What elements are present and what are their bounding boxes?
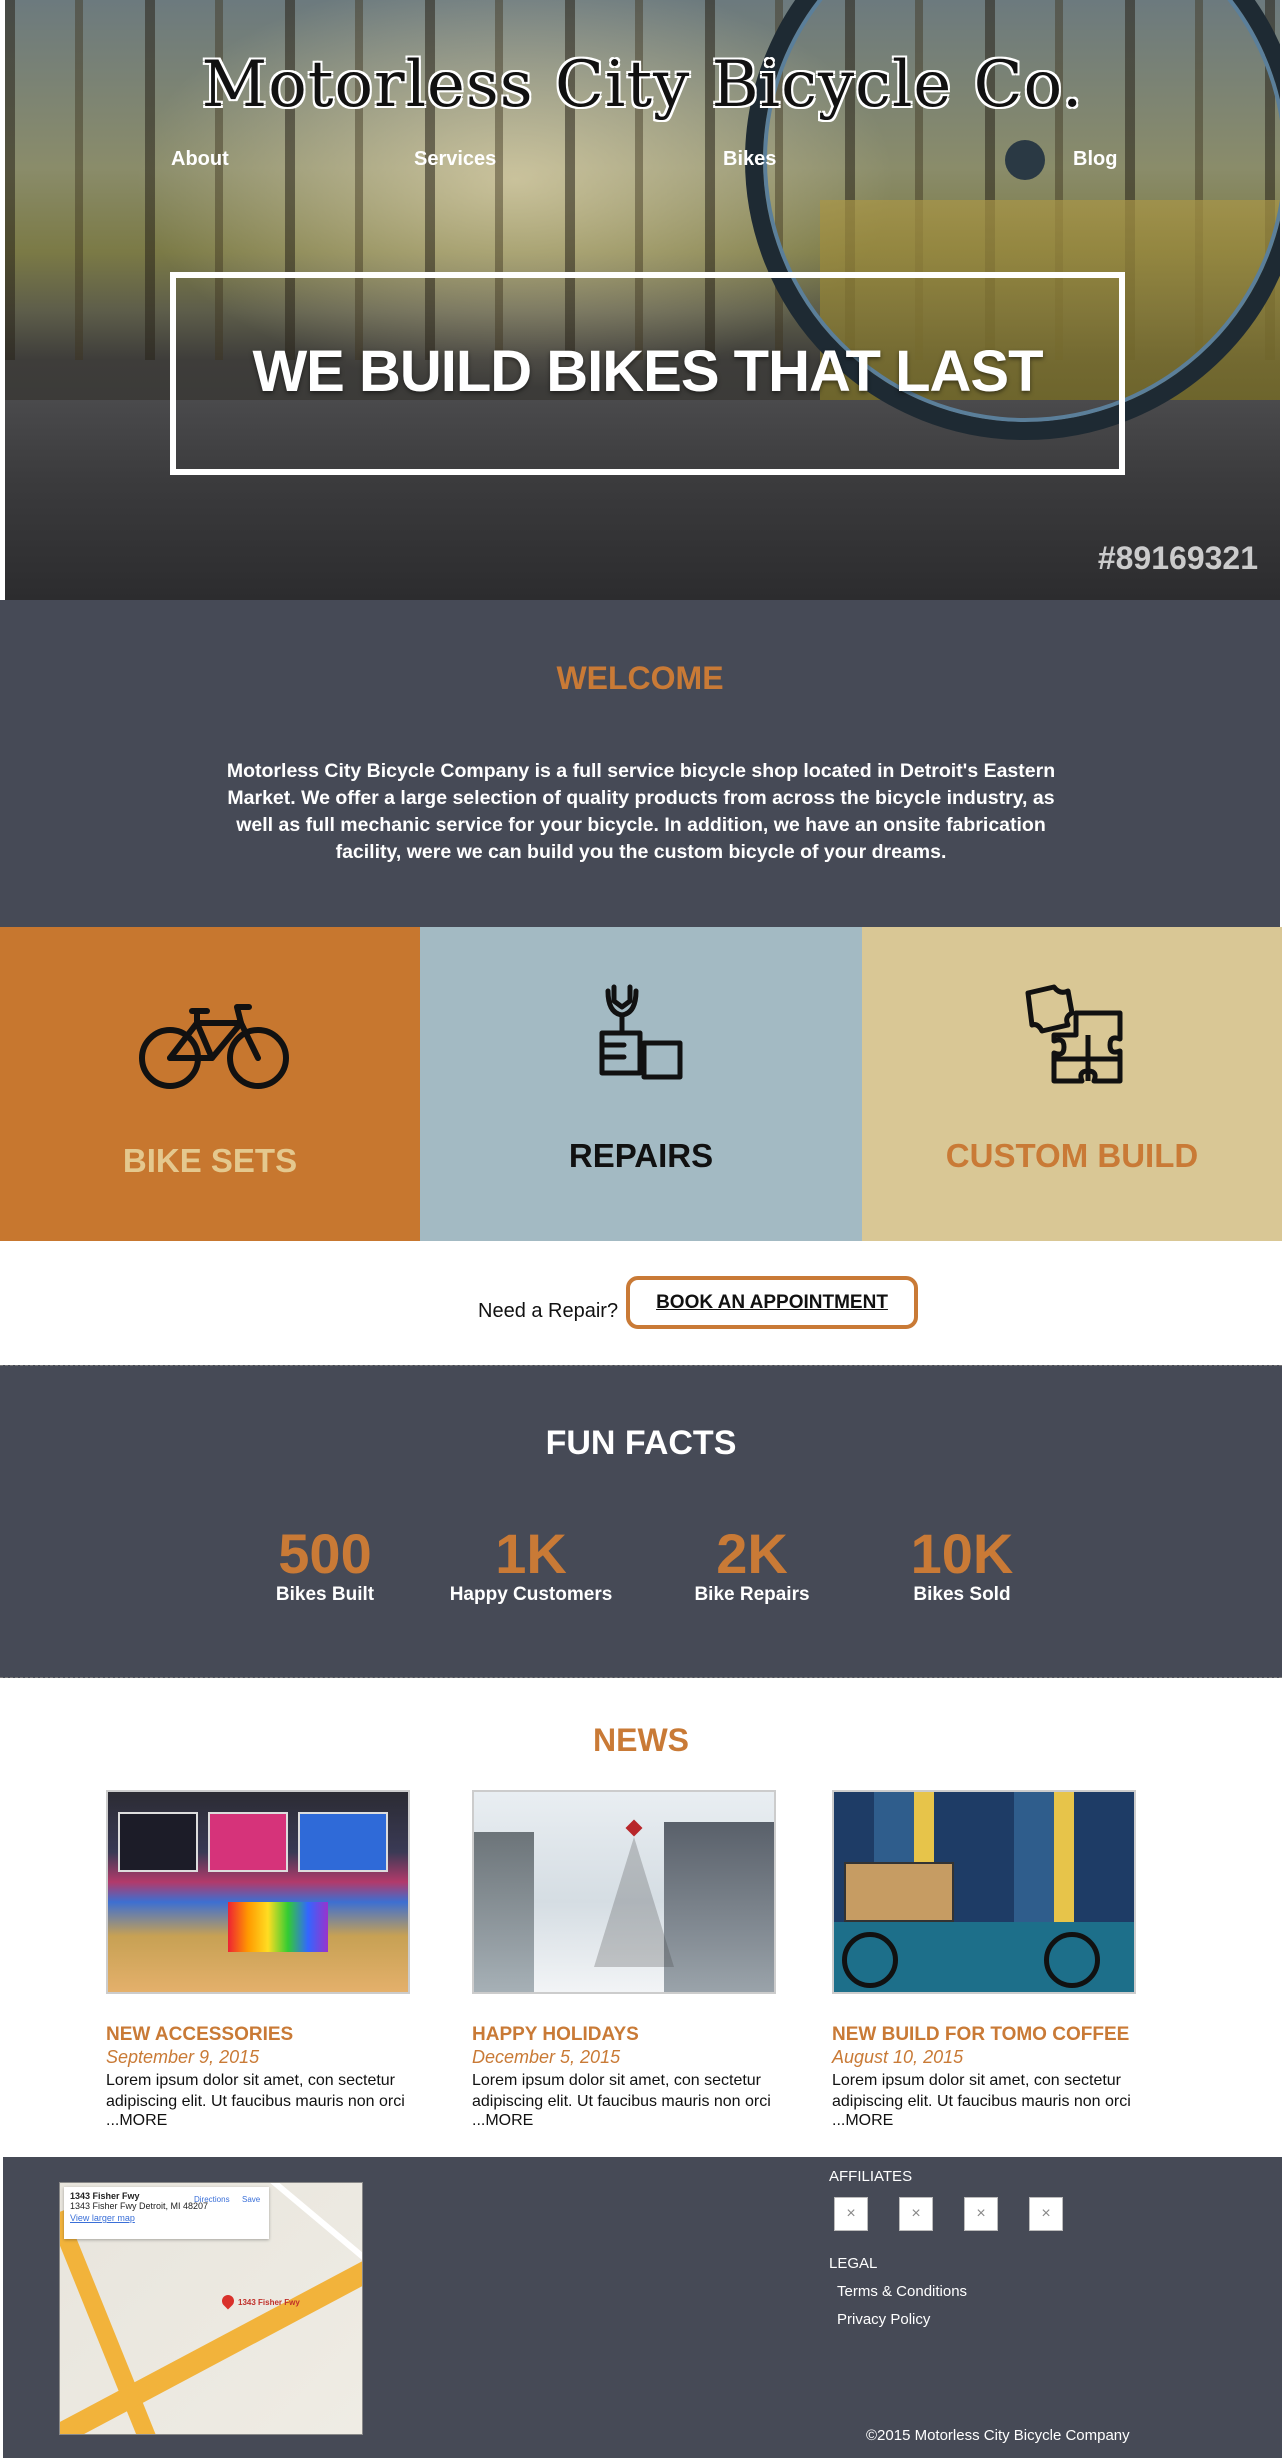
news-headline[interactable]: NEW BUILD FOR TOMO COFFEE bbox=[832, 2024, 1136, 2046]
fact-caption: Happy Customers bbox=[449, 1584, 613, 1605]
news-excerpt: Lorem ipsum dolor sit amet, con sectetur… bbox=[472, 2072, 771, 2110]
news-title: NEWS bbox=[593, 1722, 689, 1758]
hero-headline: WE BUILD BIKES THAT LAST bbox=[252, 339, 1043, 404]
welcome-text: Motorless City Bicycle Company is a full… bbox=[226, 760, 1056, 863]
news-date: December 5, 2015 bbox=[472, 2047, 621, 2067]
map-save-link[interactable]: Save bbox=[242, 2195, 260, 2204]
news-image-accessories[interactable] bbox=[106, 1790, 410, 1994]
location-map[interactable]: 1343 Fisher Fwy 1343 Fisher Fwy Detroit,… bbox=[59, 2182, 363, 2435]
legal-title: LEGAL bbox=[829, 2255, 878, 2272]
fact-happy-customers: 1K Happy Customers bbox=[421, 1526, 641, 1606]
puzzle-icon bbox=[1025, 984, 1123, 1084]
view-larger-map-link[interactable]: View larger map bbox=[70, 2213, 263, 2223]
news-date: August 10, 2015 bbox=[832, 2047, 964, 2067]
page: Motorless City Bicycle Co. About Service… bbox=[0, 0, 1282, 2458]
hero-banner: Motorless City Bicycle Co. About Service… bbox=[5, 0, 1280, 600]
affiliate-logo-placeholder[interactable]: × bbox=[964, 2197, 998, 2231]
affiliates-title: AFFILIATES bbox=[829, 2168, 913, 2185]
map-address: 1343 Fisher Fwy Detroit, MI 48207 bbox=[70, 2201, 209, 2211]
news-image-holidays[interactable] bbox=[472, 1790, 776, 1994]
fact-bike-repairs: 2K Bike Repairs bbox=[642, 1526, 862, 1606]
book-appointment-button[interactable]: BOOK AN APPOINTMENT bbox=[626, 1276, 918, 1329]
affiliate-logo-placeholder[interactable]: × bbox=[899, 2197, 933, 2231]
bicycle-icon bbox=[139, 1004, 289, 1089]
fact-bikes-built: 500 Bikes Built bbox=[215, 1526, 435, 1606]
site-footer: 1343 Fisher Fwy 1343 Fisher Fwy Detroit,… bbox=[3, 2157, 1282, 2458]
news-image-tomo-coffee[interactable] bbox=[832, 1790, 1136, 1994]
welcome-title: WELCOME bbox=[556, 660, 724, 696]
terms-link[interactable]: Terms & Conditions bbox=[837, 2283, 967, 2300]
repair-prompt: Need a Repair? bbox=[478, 1300, 619, 1322]
service-label-repairs: REPAIRS bbox=[568, 1137, 714, 1174]
stock-watermark-id: #89169321 bbox=[1097, 540, 1258, 576]
news-card: NEW ACCESSORIES September 9, 2015 Lorem … bbox=[106, 1790, 410, 2130]
news-excerpt: Lorem ipsum dolor sit amet, con sectetur… bbox=[106, 2072, 405, 2110]
welcome-section: WELCOME Motorless City Bicycle Company i… bbox=[0, 600, 1280, 927]
news-more-link[interactable]: ...MORE bbox=[472, 2112, 776, 2130]
map-directions-link[interactable]: Directions bbox=[194, 2195, 230, 2204]
news-excerpt: Lorem ipsum dolor sit amet, con sectetur… bbox=[832, 2072, 1131, 2110]
news-headline[interactable]: NEW ACCESSORIES bbox=[106, 2024, 410, 2046]
services-section: BIKE SETS REPAIRS CUSTOM BUILD bbox=[0, 927, 1282, 1241]
wrench-hand-icon bbox=[599, 984, 683, 1080]
nav-link-blog[interactable]: Blog bbox=[1073, 148, 1117, 171]
fun-facts-section: FUN FACTS 500 Bikes Built 1K Happy Custo… bbox=[0, 1365, 1282, 1678]
map-pin-label: 1343 Fisher Fwy bbox=[238, 2298, 300, 2307]
fact-number: 500 bbox=[278, 1522, 372, 1585]
news-date: September 9, 2015 bbox=[106, 2047, 260, 2067]
privacy-link[interactable]: Privacy Policy bbox=[837, 2311, 930, 2328]
fact-caption: Bike Repairs bbox=[694, 1584, 810, 1605]
map-pin-icon bbox=[219, 2292, 237, 2310]
service-bike-sets[interactable]: BIKE SETS bbox=[0, 927, 420, 1241]
hero-headline-frame: WE BUILD BIKES THAT LAST bbox=[170, 272, 1125, 475]
site-logo[interactable]: Motorless City Bicycle Co. bbox=[5, 48, 1280, 122]
news-card: NEW BUILD FOR TOMO COFFEE August 10, 201… bbox=[832, 1790, 1136, 2130]
service-label-bike-sets: BIKE SETS bbox=[122, 1142, 298, 1179]
fact-number: 10K bbox=[910, 1522, 1014, 1585]
fact-bikes-sold: 10K Bikes Sold bbox=[852, 1526, 1072, 1606]
nav-link-services[interactable]: Services bbox=[414, 148, 496, 171]
nav-link-bikes[interactable]: Bikes bbox=[723, 148, 776, 171]
news-headline[interactable]: HAPPY HOLIDAYS bbox=[472, 2024, 776, 2046]
fact-caption: Bikes Sold bbox=[913, 1584, 1011, 1605]
service-label-custom-build: CUSTOM BUILD bbox=[945, 1137, 1199, 1174]
affiliate-logo-placeholder[interactable]: × bbox=[834, 2197, 868, 2231]
fact-number: 1K bbox=[495, 1522, 567, 1585]
affiliate-logo-placeholder[interactable]: × bbox=[1029, 2197, 1063, 2231]
fact-number: 2K bbox=[716, 1522, 788, 1585]
map-place-name: 1343 Fisher Fwy bbox=[70, 2191, 140, 2201]
fun-facts-title: FUN FACTS bbox=[545, 1424, 737, 1462]
main-nav: About Services Bikes Blog bbox=[5, 148, 1280, 178]
service-custom-build[interactable]: CUSTOM BUILD bbox=[862, 927, 1282, 1241]
nav-link-about[interactable]: About bbox=[171, 148, 229, 171]
copyright-text: ©2015 Motorless City Bicycle Company bbox=[866, 2427, 1130, 2444]
map-info-card: 1343 Fisher Fwy 1343 Fisher Fwy Detroit,… bbox=[64, 2187, 269, 2239]
fact-caption: Bikes Built bbox=[275, 1584, 375, 1605]
news-more-link[interactable]: ...MORE bbox=[106, 2112, 410, 2130]
service-repairs[interactable]: REPAIRS bbox=[420, 927, 862, 1241]
news-card: HAPPY HOLIDAYS December 5, 2015 Lorem ip… bbox=[472, 1790, 776, 2130]
news-more-link[interactable]: ...MORE bbox=[832, 2112, 1136, 2130]
